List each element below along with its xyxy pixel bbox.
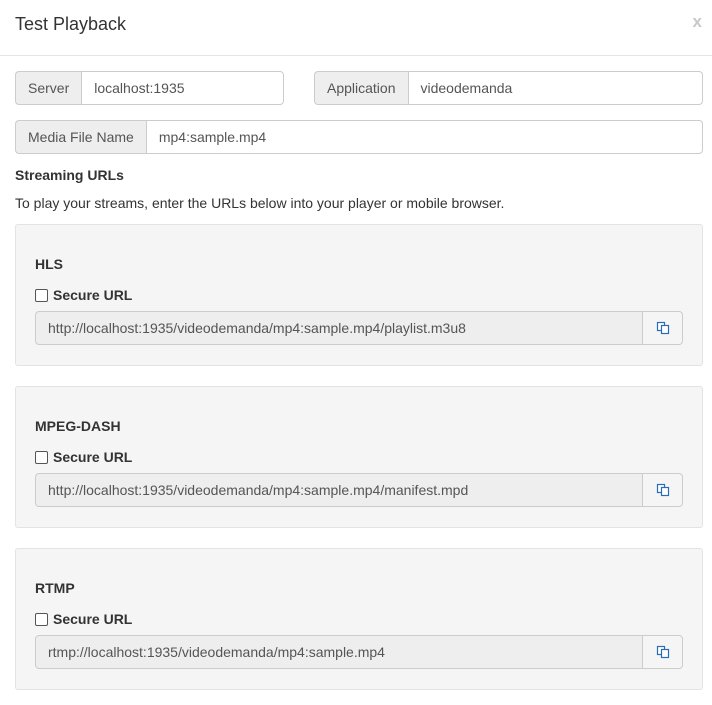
secure-url-option[interactable]: Secure URL (35, 611, 132, 627)
server-label: Server (15, 71, 82, 105)
mpeg-dash-url-field[interactable]: http://localhost:1935/videodemanda/mp4:s… (35, 473, 643, 507)
application-label: Application (314, 71, 408, 105)
media-file-input-group: Media File Name mp4:sample.mp4 (15, 120, 703, 154)
media-file-label: Media File Name (15, 120, 146, 154)
hls-url-field[interactable]: http://localhost:1935/videodemanda/mp4:s… (35, 311, 643, 345)
rtmp-panel: RTMP Secure URL rtmp://localhost:1935/vi… (15, 548, 703, 690)
copy-icon (656, 645, 669, 659)
copy-button[interactable] (643, 635, 683, 669)
streaming-urls-description: To play your streams, enter the URLs bel… (15, 195, 505, 211)
panel-title: RTMP (35, 580, 75, 596)
streaming-urls-heading: Streaming URLs (15, 167, 124, 183)
modal-header: Test Playback x (0, 0, 712, 56)
secure-url-label: Secure URL (53, 449, 133, 465)
hls-panel: HLS Secure URL http://localhost:1935/vid… (15, 224, 703, 366)
secure-url-option[interactable]: Secure URL (35, 287, 132, 303)
url-group: http://localhost:1935/videodemanda/mp4:s… (35, 311, 683, 345)
close-button[interactable]: x (693, 12, 702, 32)
secure-url-checkbox[interactable] (35, 288, 48, 302)
panel-title: HLS (35, 256, 63, 272)
rtmp-url-field[interactable]: rtmp://localhost:1935/videodemanda/mp4:s… (35, 635, 643, 669)
copy-button[interactable] (643, 311, 683, 345)
application-input-group: Application videodemanda (314, 71, 703, 105)
server-input-group: Server localhost:1935 (15, 71, 284, 105)
secure-url-label: Secure URL (53, 287, 133, 303)
secure-url-label: Secure URL (53, 611, 133, 627)
mpeg-dash-panel: MPEG-DASH Secure URL http://localhost:19… (15, 386, 703, 528)
copy-button[interactable] (643, 473, 683, 507)
copy-icon (656, 483, 669, 497)
application-input[interactable]: videodemanda (407, 71, 703, 105)
secure-url-option[interactable]: Secure URL (35, 449, 132, 465)
url-group: rtmp://localhost:1935/videodemanda/mp4:s… (35, 635, 683, 669)
url-group: http://localhost:1935/videodemanda/mp4:s… (35, 473, 683, 507)
server-input[interactable]: localhost:1935 (81, 71, 284, 105)
panel-title: MPEG-DASH (35, 418, 121, 434)
copy-icon (656, 321, 669, 335)
modal-title: Test Playback (15, 14, 127, 34)
secure-url-checkbox[interactable] (35, 612, 48, 626)
media-file-input[interactable]: mp4:sample.mp4 (145, 120, 703, 154)
secure-url-checkbox[interactable] (35, 450, 48, 464)
